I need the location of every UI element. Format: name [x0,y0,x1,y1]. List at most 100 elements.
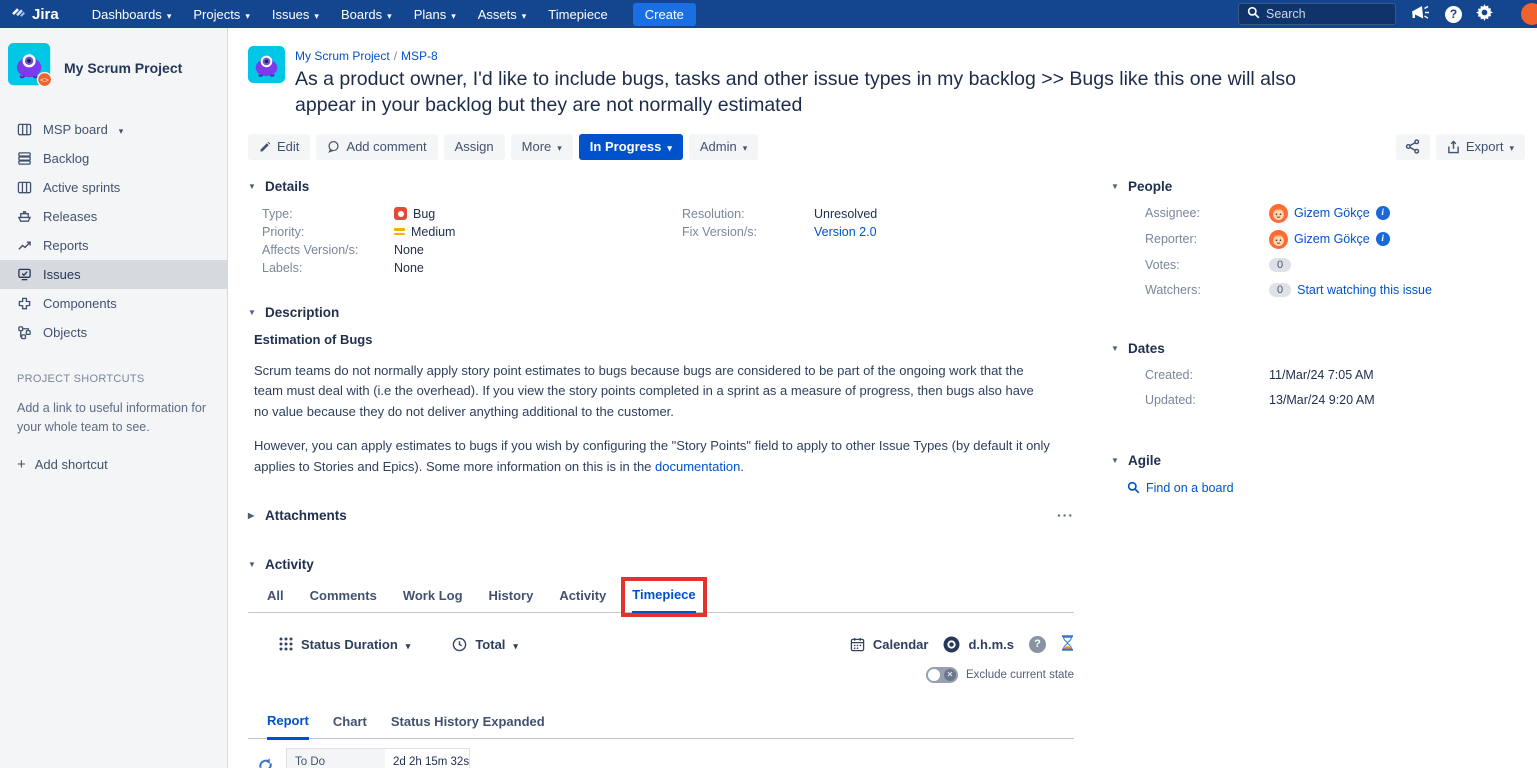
chevron-down-icon [513,637,518,652]
nav-issues[interactable]: Issues [272,7,319,22]
duration-cell: 2d 2h 15m 32s [385,749,469,768]
chevron-down-icon [1509,139,1514,154]
dates-section-header[interactable]: ▼ Dates [1111,341,1511,356]
status-duration-selector[interactable]: Status Duration [279,637,410,652]
sidebar-item-backlog[interactable]: Backlog [0,144,227,173]
timepiece-help-icon[interactable]: ? [1029,636,1046,653]
search-box[interactable] [1238,3,1396,25]
people-section-header[interactable]: ▼ People [1111,179,1511,194]
sidebar-item-releases[interactable]: Releases [0,202,227,231]
announcement-icon[interactable] [1410,4,1431,25]
nav-timepiece[interactable]: Timepiece [548,7,607,22]
details-section-header[interactable]: ▼ Details [248,179,1074,194]
project-shortcuts-description: Add a link to useful information for you… [17,399,211,438]
admin-button[interactable]: Admin [689,134,758,160]
table-row: To Do 2d 2h 15m 32s [287,748,469,768]
format-eye-icon [943,636,960,653]
sidebar-item-active-sprints[interactable]: Active sprints [0,173,227,202]
edit-button[interactable]: Edit [248,134,310,160]
issue-title: As a product owner, I'd like to include … [295,67,1340,119]
search-input[interactable] [1266,7,1376,21]
attachments-section-header[interactable]: ▶ Attachments [248,508,347,523]
start-watching-link[interactable]: Start watching this issue [1297,283,1432,297]
votes-badge[interactable]: 0 [1269,258,1291,272]
add-shortcut-button[interactable]: + Add shortcut [17,456,211,473]
refresh-icon[interactable] [256,756,275,768]
details-fields: Type: Bug Priority: Medium Affects Versi… [248,203,1074,279]
assignee-link[interactable]: Gizem Gökçe [1294,206,1370,220]
issue-toolbar: Edit Add comment Assign More In Progress… [248,134,1525,160]
breadcrumb-project-link[interactable]: My Scrum Project [295,49,390,63]
chevron-down-icon [451,7,456,22]
add-comment-button[interactable]: Add comment [316,134,437,160]
export-button[interactable]: Export [1436,134,1525,160]
sidebar-item-msp-board[interactable]: MSP board [0,115,227,144]
exclude-current-state-toggle[interactable]: ✕ [926,667,958,683]
nav-plans[interactable]: Plans [414,7,456,22]
comment-bubble-icon [327,140,340,153]
sidebar-item-reports[interactable]: Reports [0,231,227,260]
help-icon[interactable]: ? [1445,6,1462,23]
duration-format-button[interactable]: d.h.m.s [943,636,1014,653]
status-button[interactable]: In Progress [579,134,683,160]
nav-boards[interactable]: Boards [341,7,392,22]
user-avatar[interactable] [1521,3,1537,25]
chevron-down-icon [245,7,250,22]
fix-version-link[interactable]: Version 2.0 [814,225,877,239]
tab-comments[interactable]: Comments [310,588,377,612]
sidebar-item-components[interactable]: Components [0,289,227,318]
total-metric-selector[interactable]: Total [452,637,518,652]
find-on-board-link[interactable]: Find on a board [1146,481,1234,495]
calendar-button[interactable]: Calendar [850,637,929,652]
project-avatar: <> [8,43,53,93]
chevron-down-icon [557,139,562,154]
sidebar-item-objects[interactable]: Objects [0,318,227,347]
svg-text:<>: <> [40,75,49,84]
info-icon[interactable]: i [1376,206,1390,220]
create-button[interactable]: Create [633,3,696,26]
field-fix-versions: Fix Version/s: Version 2.0 [682,225,1074,239]
settings-gear-icon[interactable] [1476,4,1493,24]
sprints-icon [17,180,32,195]
more-options-icon[interactable]: ··· [1057,508,1074,522]
chevron-down-icon [743,139,748,154]
chevron-expanded-icon: ▼ [1111,182,1121,191]
tab-timepiece[interactable]: Timepiece [632,587,695,614]
nav-projects[interactable]: Projects [193,7,250,22]
sidebar-item-issues[interactable]: Issues [0,260,227,289]
description-paragraph-2: However, you can apply estimates to bugs… [254,436,1050,477]
jira-logo[interactable]: Jira [10,4,59,25]
subtab-status-history-expanded[interactable]: Status History Expanded [391,714,545,738]
chevron-down-icon [314,7,319,22]
assign-button[interactable]: Assign [444,134,505,160]
more-button[interactable]: More [511,134,573,160]
tab-work-log[interactable]: Work Log [403,588,463,612]
breadcrumb-issue-key-link[interactable]: MSP-8 [401,49,438,63]
clock-icon [452,637,467,652]
nav-dashboards[interactable]: Dashboards [92,7,172,22]
subtab-chart[interactable]: Chart [333,714,367,738]
reporter-link[interactable]: Gizem Gökçe [1294,232,1370,246]
tab-activity[interactable]: Activity [559,588,606,612]
subtab-report[interactable]: Report [267,713,309,740]
watchers-badge[interactable]: 0 [1269,283,1291,297]
reports-icon [17,238,32,253]
agile-section-header[interactable]: ▼ Agile [1111,453,1511,468]
hourglass-icon[interactable] [1061,635,1074,654]
field-votes: Votes: 0 [1145,256,1511,274]
breadcrumb: My Scrum Project/MSP-8 [295,49,1340,63]
timepiece-controls: Status Duration Total Calendar [248,635,1074,654]
documentation-link[interactable]: documentation [655,459,740,474]
tab-all[interactable]: All [267,588,284,612]
grid-icon [279,637,293,651]
project-name[interactable]: My Scrum Project [64,60,182,77]
components-icon [17,296,32,311]
tab-history[interactable]: History [489,588,534,612]
share-button[interactable] [1396,134,1430,160]
description-section-header[interactable]: ▼ Description [248,305,1074,320]
activity-section-header[interactable]: ▼ Activity [248,557,1074,572]
nav-assets[interactable]: Assets [478,7,527,22]
chevron-expanded-icon: ▼ [248,560,258,569]
description-paragraph-1: Scrum teams do not normally apply story … [254,361,1050,423]
info-icon[interactable]: i [1376,232,1390,246]
